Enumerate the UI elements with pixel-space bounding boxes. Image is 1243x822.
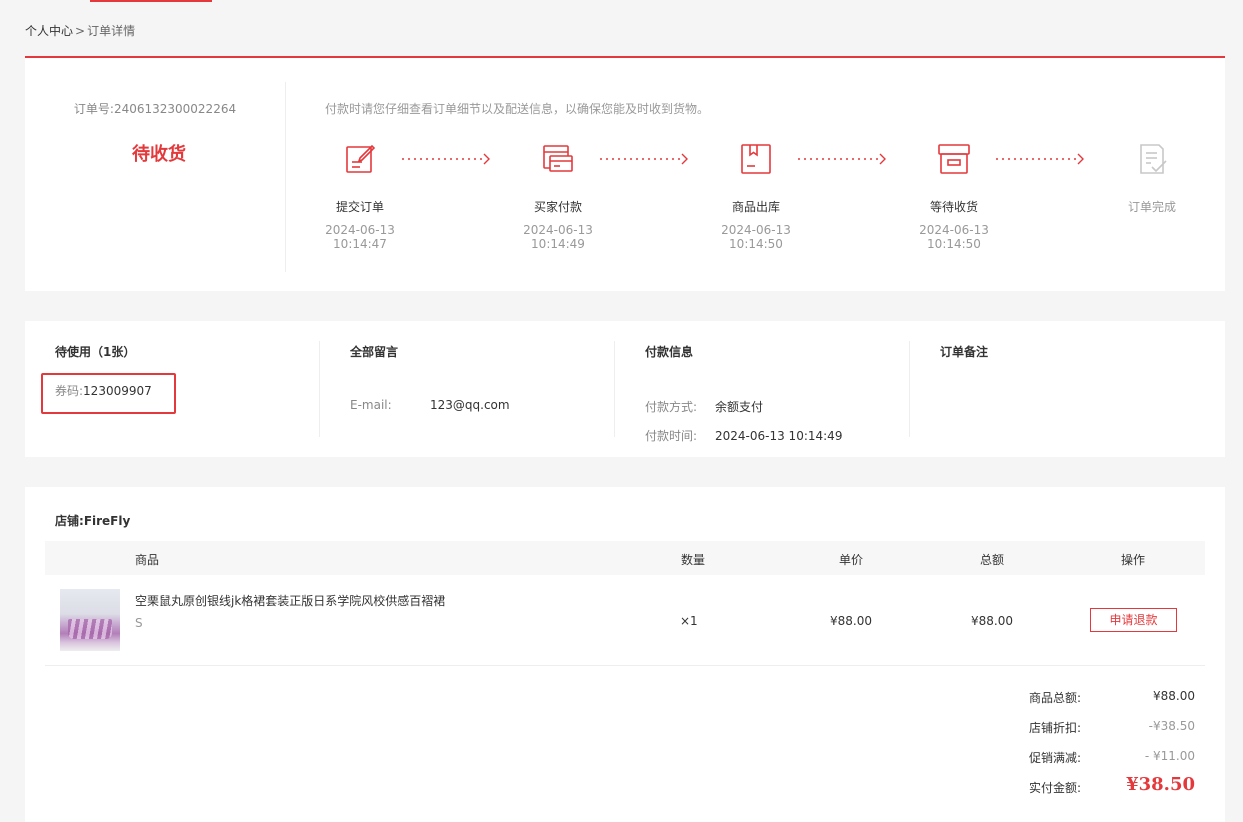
archive-icon bbox=[937, 142, 971, 176]
step-arrow bbox=[798, 153, 886, 165]
payment-method-value: 余额支付 bbox=[715, 400, 764, 414]
step-clock: 10:14:47 bbox=[333, 237, 387, 251]
step-name: 订单完成 bbox=[1127, 200, 1176, 214]
product-total: ¥88.00 bbox=[971, 614, 1013, 628]
header-total: 总额 bbox=[980, 553, 1005, 567]
order-status: 待收货 bbox=[132, 144, 186, 165]
payment-tip: 付款时请您仔细查看订单细节以及配送信息，以确保您能及时收到货物。 bbox=[325, 102, 710, 116]
payment-title: 付款信息 bbox=[645, 345, 694, 359]
remark-title: 订单备注 bbox=[940, 345, 989, 359]
product-name[interactable]: 空栗鼠丸原创银线jk格裙套装正版日系学院风校供感百褶裙 bbox=[135, 592, 445, 609]
goods-total-value: ¥88.00 bbox=[1153, 689, 1195, 703]
step-name: 等待收货 bbox=[929, 200, 978, 214]
email-value: 123@qq.com bbox=[430, 398, 510, 412]
breadcrumb-home[interactable]: 个人中心 bbox=[25, 24, 73, 38]
shop-name-value[interactable]: FireFly bbox=[84, 514, 131, 528]
payment-time-label: 付款时间: bbox=[645, 429, 698, 443]
header-qty: 数量 bbox=[681, 553, 706, 567]
edit-icon bbox=[343, 142, 377, 176]
table-row: 空栗鼠丸原创银线jk格裙套装正版日系学院风校供感百褶裙 S ×1 ¥88.00 … bbox=[45, 576, 1205, 666]
step-date: 2024-06-13 bbox=[919, 223, 989, 237]
paid-amount: ¥38.50 bbox=[1126, 774, 1195, 795]
step-name: 商品出库 bbox=[731, 200, 780, 214]
step-name: 买家付款 bbox=[533, 200, 582, 214]
step-date: 2024-06-13 bbox=[721, 223, 791, 237]
product-qty: ×1 bbox=[680, 614, 698, 628]
message-section: 全部留言 E-mail: 123@qq.com bbox=[320, 321, 615, 457]
product-thumbnail[interactable] bbox=[60, 589, 120, 651]
goods-card: 店铺:FireFly 商品 数量 单价 总额 操作 空栗鼠丸原创银线jk格裙套装… bbox=[25, 487, 1225, 822]
step-time: 2024-06-13 10:14:49 bbox=[488, 223, 628, 251]
document-check-icon bbox=[1135, 142, 1169, 176]
step-clock: 10:14:50 bbox=[729, 237, 783, 251]
step-name: 提交订单 bbox=[335, 200, 384, 214]
step-time: 2024-06-13 10:14:50 bbox=[686, 223, 826, 251]
step-time: 2024-06-13 10:14:50 bbox=[884, 223, 1024, 251]
breadcrumb-current: 订单详情 bbox=[87, 24, 136, 38]
breadcrumb: 个人中心 > 订单详情 bbox=[25, 22, 135, 39]
email-row: E-mail: 123@qq.com bbox=[350, 398, 615, 412]
goods-table-header: 商品 数量 单价 总额 操作 bbox=[45, 541, 1205, 575]
step-time: 2024-06-13 10:14:47 bbox=[290, 223, 430, 251]
shop-discount-value: -¥38.50 bbox=[1148, 719, 1195, 733]
order-number-label: 订单号: bbox=[73, 102, 114, 116]
shop-label: 店铺: bbox=[55, 514, 84, 528]
header-action: 操作 bbox=[1121, 553, 1146, 567]
active-tab-indicator bbox=[90, 0, 212, 2]
payment-method-label: 付款方式: bbox=[645, 400, 698, 414]
promo-value: - ¥11.00 bbox=[1144, 749, 1195, 763]
header-product: 商品 bbox=[135, 553, 160, 567]
shop-name: 店铺:FireFly bbox=[55, 512, 130, 529]
order-number: 订单号:2406132300022264 bbox=[25, 100, 285, 117]
order-status-card: 订单号:2406132300022264 待收货 付款时请您仔细查看订单细节以及… bbox=[25, 56, 1225, 291]
payment-section: 付款信息 付款方式: 余额支付 付款时间: 2024-06-13 10:14:49 bbox=[615, 321, 910, 457]
order-info-card: 待使用（1张） 券码:123009907 全部留言 E-mail: 123@qq.… bbox=[25, 321, 1225, 457]
step-clock: 10:14:49 bbox=[531, 237, 585, 251]
message-title: 全部留言 bbox=[350, 345, 399, 359]
email-label: E-mail: bbox=[350, 398, 392, 412]
step-arrow bbox=[600, 153, 688, 165]
paid-label: 实付金额: bbox=[1029, 781, 1082, 795]
coupon-highlight-box bbox=[41, 373, 176, 414]
coupon-title: 待使用（1张） bbox=[55, 345, 136, 359]
refund-button[interactable]: 申请退款 bbox=[1090, 608, 1177, 632]
shop-discount-label: 店铺折扣: bbox=[1029, 721, 1082, 735]
remark-section: 订单备注 bbox=[910, 321, 1205, 457]
product-spec: S bbox=[135, 616, 143, 630]
payment-time-value: 2024-06-13 10:14:49 bbox=[715, 429, 843, 443]
step-order-complete: 订单完成 bbox=[1082, 142, 1222, 215]
order-number-value: 2406132300022264 bbox=[113, 102, 237, 116]
divider bbox=[285, 82, 286, 272]
promo-label: 促销满减: bbox=[1029, 751, 1082, 765]
payment-time-row: 付款时间: 2024-06-13 10:14:49 bbox=[645, 427, 910, 444]
step-arrow bbox=[996, 153, 1084, 165]
card-icon bbox=[541, 142, 575, 176]
step-clock: 10:14:50 bbox=[927, 237, 981, 251]
breadcrumb-separator: > bbox=[75, 24, 86, 38]
product-price: ¥88.00 bbox=[830, 614, 872, 628]
header-price: 单价 bbox=[839, 553, 864, 567]
goods-total-label: 商品总额: bbox=[1029, 691, 1082, 705]
payment-method-row: 付款方式: 余额支付 bbox=[645, 398, 910, 415]
coupon-section: 待使用（1张） 券码:123009907 bbox=[25, 321, 320, 457]
step-arrow bbox=[402, 153, 490, 165]
step-date: 2024-06-13 bbox=[523, 223, 593, 237]
box-icon bbox=[739, 142, 773, 176]
step-date: 2024-06-13 bbox=[325, 223, 395, 237]
